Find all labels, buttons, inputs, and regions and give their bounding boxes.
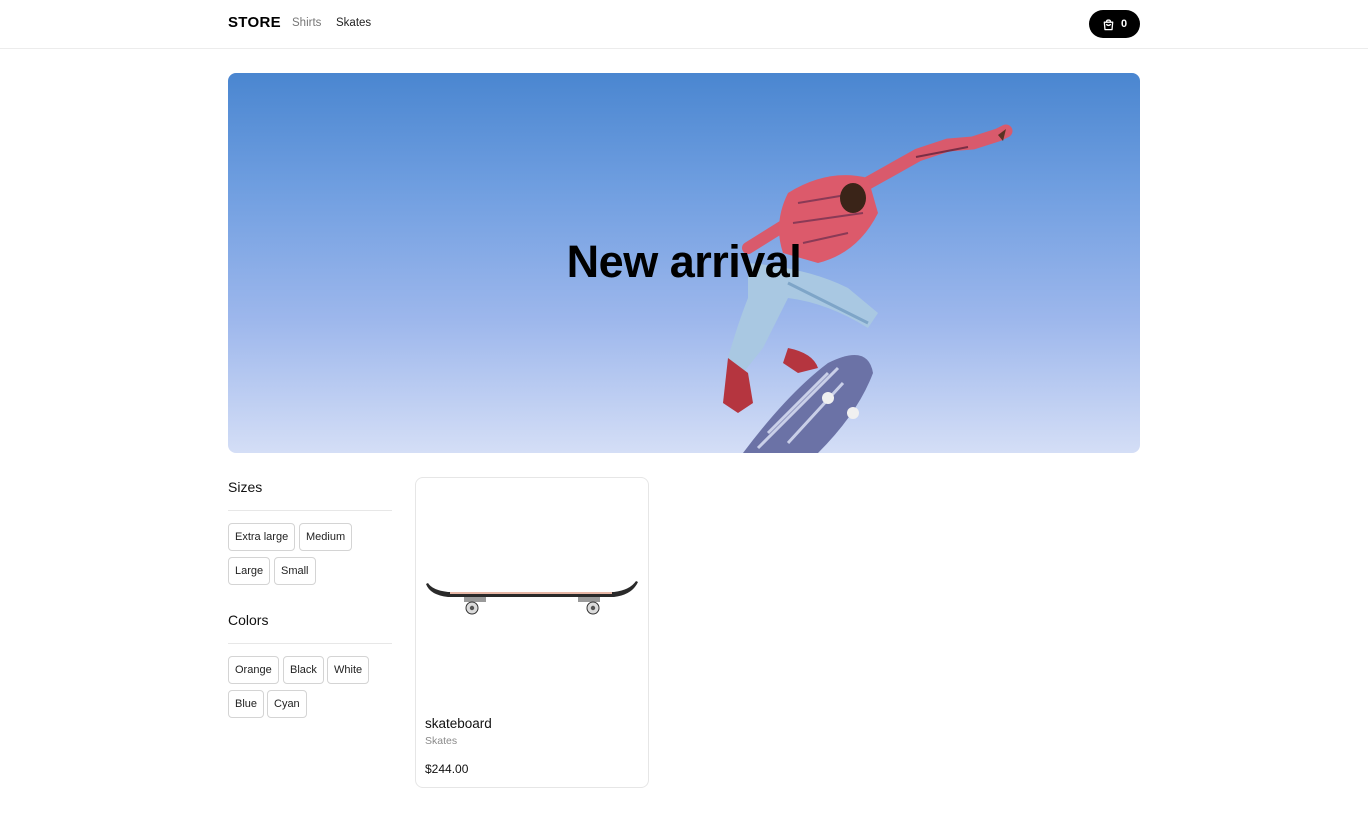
hero-title: New arrival bbox=[566, 236, 802, 287]
sizes-heading: Sizes bbox=[228, 479, 263, 495]
product-category: Skates bbox=[425, 735, 458, 747]
color-chip-cyan[interactable]: Cyan bbox=[267, 690, 307, 718]
cart-count: 0 bbox=[1120, 18, 1128, 30]
color-chip-orange[interactable]: Orange bbox=[228, 656, 279, 684]
sizes-divider bbox=[228, 510, 392, 511]
nav-link-shirts[interactable]: Shirts bbox=[292, 17, 321, 29]
store-logo[interactable]: STORE bbox=[228, 14, 281, 31]
color-chip-white[interactable]: White bbox=[327, 656, 370, 684]
size-chip-small[interactable]: Small bbox=[274, 557, 316, 585]
product-card[interactable]: skateboard Skates $244.00 bbox=[415, 477, 649, 788]
colors-divider bbox=[228, 643, 392, 644]
size-chip-extra-large[interactable]: Extra large bbox=[228, 523, 296, 551]
cart-button[interactable]: 0 bbox=[1089, 10, 1140, 38]
color-chip-black[interactable]: Black bbox=[283, 656, 324, 684]
colors-heading: Colors bbox=[228, 612, 269, 628]
size-chip-medium[interactable]: Medium bbox=[299, 523, 353, 551]
product-price: $244.00 bbox=[425, 762, 469, 776]
top-nav: STORE Shirts Skates 0 bbox=[0, 0, 1368, 49]
nav-link-skates[interactable]: Skates bbox=[336, 17, 371, 29]
hero-banner: New arrival bbox=[228, 73, 1140, 453]
color-chip-blue[interactable]: Blue bbox=[228, 690, 265, 718]
size-chip-large[interactable]: Large bbox=[228, 557, 271, 585]
skateboard-product-image bbox=[426, 581, 638, 615]
product-name: skateboard bbox=[425, 716, 492, 731]
shopping-bag-icon bbox=[1102, 18, 1115, 31]
